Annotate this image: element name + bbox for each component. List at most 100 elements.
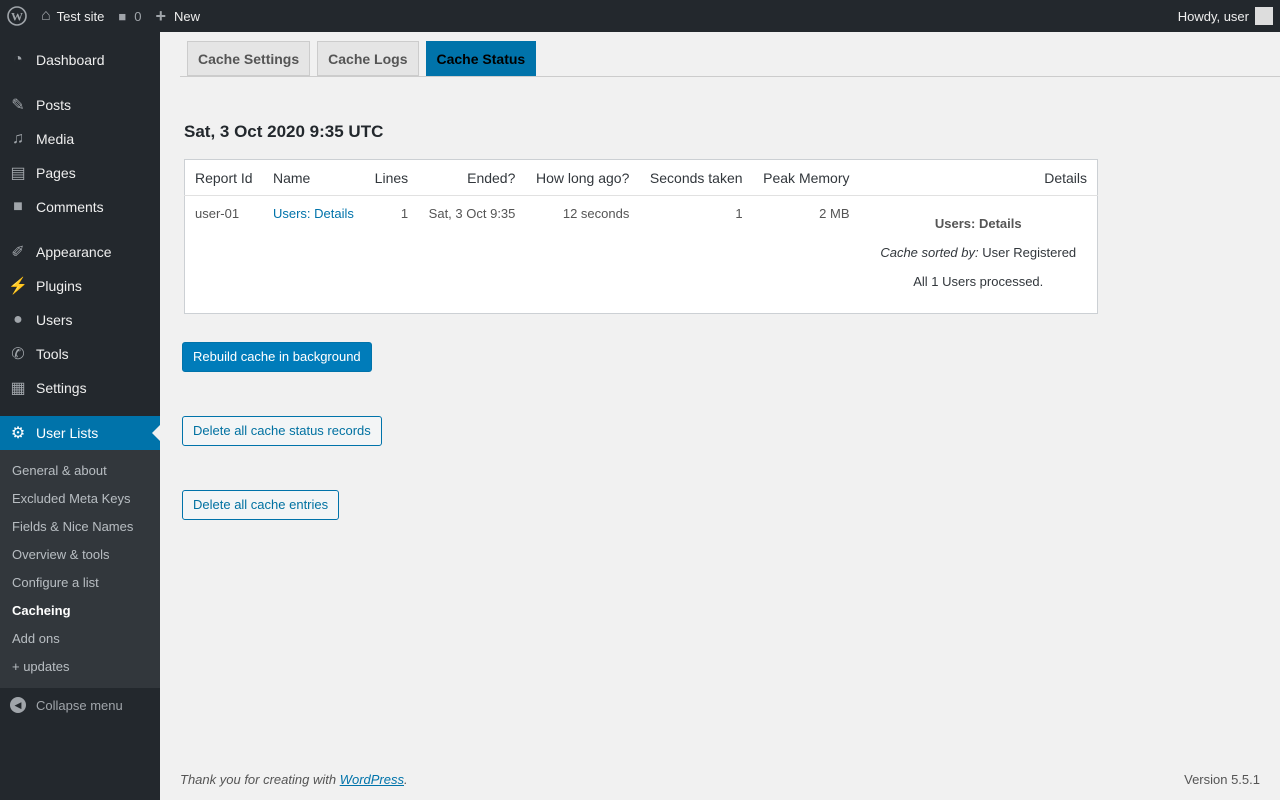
sorted-by: Cache sorted by: User Registered: [870, 245, 1088, 260]
tab-cache-status[interactable]: Cache Status: [425, 41, 537, 76]
svg-text:W: W: [11, 10, 23, 24]
menu-label: Comments: [36, 199, 104, 215]
admin-bar: W ⌂ Test site ■ 0 + New Howdy, user: [0, 0, 1280, 32]
col-ended: Ended?: [418, 159, 526, 196]
collapse-menu-button[interactable]: ◀ Collapse menu: [0, 688, 160, 722]
settings-icon: ▦: [10, 380, 26, 397]
menu-users[interactable]: ● Users: [0, 303, 160, 337]
rebuild-cache-button[interactable]: Rebuild cache in background: [182, 342, 372, 372]
menu-label: Pages: [36, 165, 76, 181]
menu-label: Appearance: [36, 244, 112, 260]
footer: Thank you for creating with WordPress. V…: [180, 772, 1260, 787]
home-icon: ⌂: [41, 7, 51, 24]
cell-details: Users: Details Cache sorted by: User Reg…: [860, 196, 1098, 314]
plugin-icon: ⚡: [8, 278, 28, 295]
submenu-add-ons[interactable]: Add ons: [0, 625, 160, 653]
cell-seconds: 1: [735, 206, 743, 221]
processed-text: All 1 Users processed.: [913, 274, 1044, 289]
sorted-value: User Registered: [978, 245, 1077, 260]
submenu-configure[interactable]: Configure a list: [0, 569, 160, 597]
plus-icon: +: [155, 5, 166, 26]
wrench-icon: ✆: [11, 346, 25, 363]
col-report-id: Report Id: [184, 159, 263, 196]
cell-ended: Sat, 3 Oct 9:35: [428, 206, 516, 221]
pin-icon: ✎: [11, 97, 25, 114]
details-title: Users: Details: [934, 216, 1022, 231]
user-lists-submenu: General & about Excluded Meta Keys Field…: [0, 450, 160, 688]
menu-label: Plugins: [36, 278, 82, 294]
col-how-long-ago: How long ago?: [525, 159, 640, 196]
new-label: New: [173, 8, 200, 24]
wordpress-logo-icon[interactable]: W: [0, 0, 34, 32]
collapse-label: Collapse menu: [36, 697, 123, 713]
page-heading: Sat, 3 Oct 2020 9:35 UTC: [184, 122, 384, 141]
submenu-updates[interactable]: + updates: [0, 653, 160, 681]
avatar: [1255, 7, 1273, 25]
pages-icon: ▤: [10, 165, 26, 182]
menu-pages[interactable]: ▤ Pages: [0, 156, 160, 190]
col-details: Details: [859, 159, 1098, 196]
table-row: user-01 Users: Details 1 Sat, 3 Oct 9:35…: [185, 196, 1098, 314]
comment-icon: ■: [13, 198, 23, 215]
menu-label: Media: [36, 131, 75, 147]
col-peak-memory: Peak Memory: [752, 159, 860, 196]
submenu-excluded-meta-keys[interactable]: Excluded Meta Keys: [0, 485, 160, 513]
account-menu[interactable]: Howdy, user: [1171, 0, 1280, 32]
dashboard-icon: ◔: [13, 51, 23, 68]
sorted-label: Cache sorted by:: [880, 245, 979, 260]
submenu-fields[interactable]: Fields & Nice Names: [0, 513, 160, 541]
brush-icon: ✐: [11, 244, 25, 261]
col-name: Name: [262, 159, 365, 196]
media-icon: ♫: [12, 130, 24, 147]
menu-tools[interactable]: ✆ Tools: [0, 337, 160, 371]
menu-label: Posts: [36, 97, 72, 113]
name-link[interactable]: Users: Details: [273, 206, 354, 221]
thanks-text: Thank you for creating with: [180, 772, 340, 787]
tab-cache-logs[interactable]: Cache Logs: [317, 41, 419, 76]
menu-media[interactable]: ♫ Media: [0, 122, 160, 156]
menu-label: User Lists: [36, 425, 99, 441]
menu-label: Users: [36, 312, 73, 328]
version-text: Version 5.5.1: [1184, 772, 1260, 787]
site-name: Test site: [56, 8, 105, 24]
tab-cache-settings[interactable]: Cache Settings: [187, 41, 311, 76]
admin-sidebar: ◔ Dashboard ✎ Posts ♫ Media ▤ Pages ■ Comment…: [0, 32, 160, 800]
cell-lines: 1: [400, 206, 409, 221]
cell-ago: 12 seconds: [562, 206, 630, 221]
submenu-general[interactable]: General & about: [0, 457, 160, 485]
wordpress-link[interactable]: WordPress: [340, 772, 404, 787]
menu-appearance[interactable]: ✐ Appearance: [0, 235, 160, 269]
delete-cache-entries-button[interactable]: Delete all cache entries: [182, 490, 340, 520]
menu-label: Dashboard: [36, 52, 105, 68]
comment-count: 0: [134, 8, 142, 24]
menu-user-lists[interactable]: ⚙ User Lists: [0, 416, 160, 450]
main-content: Cache Settings Cache Logs Cache Status S…: [160, 32, 1280, 800]
collapse-icon: ◀: [10, 697, 26, 713]
table-header-row: Report Id Name Lines Ended? How long ago…: [184, 159, 1098, 196]
new-content-link[interactable]: + New: [148, 0, 207, 32]
tab-bar: Cache Settings Cache Logs Cache Status: [180, 41, 1280, 77]
submenu-cacheing[interactable]: Cacheing: [0, 597, 160, 625]
site-link[interactable]: ⌂ Test site: [34, 0, 111, 32]
menu-plugins[interactable]: ⚡ Plugins: [0, 269, 160, 303]
col-lines: Lines: [364, 159, 419, 196]
cache-status-table: Report Id Name Lines Ended? How long ago…: [184, 159, 1098, 314]
user-icon: ●: [13, 311, 23, 328]
cell-report-id: user-01: [195, 206, 240, 221]
menu-comments[interactable]: ■ Comments: [0, 190, 160, 224]
delete-status-records-button[interactable]: Delete all cache status records: [182, 416, 382, 446]
menu-posts[interactable]: ✎ Posts: [0, 88, 160, 122]
period: .: [404, 772, 408, 787]
col-seconds-taken: Seconds taken: [639, 159, 753, 196]
footer-thanks: Thank you for creating with WordPress.: [180, 772, 408, 787]
menu-label: Settings: [36, 380, 87, 396]
menu-dashboard[interactable]: ◔ Dashboard: [0, 43, 160, 77]
submenu-overview[interactable]: Overview & tools: [0, 541, 160, 569]
howdy-text: Howdy, user: [1177, 8, 1249, 24]
menu-settings[interactable]: ▦ Settings: [0, 371, 160, 405]
comment-icon: ■: [118, 8, 127, 24]
cell-memory: 2 MB: [819, 206, 850, 221]
menu-label: Tools: [36, 346, 69, 362]
comments-link[interactable]: ■ 0: [111, 0, 148, 32]
gear-icon: ⚙: [10, 425, 26, 442]
